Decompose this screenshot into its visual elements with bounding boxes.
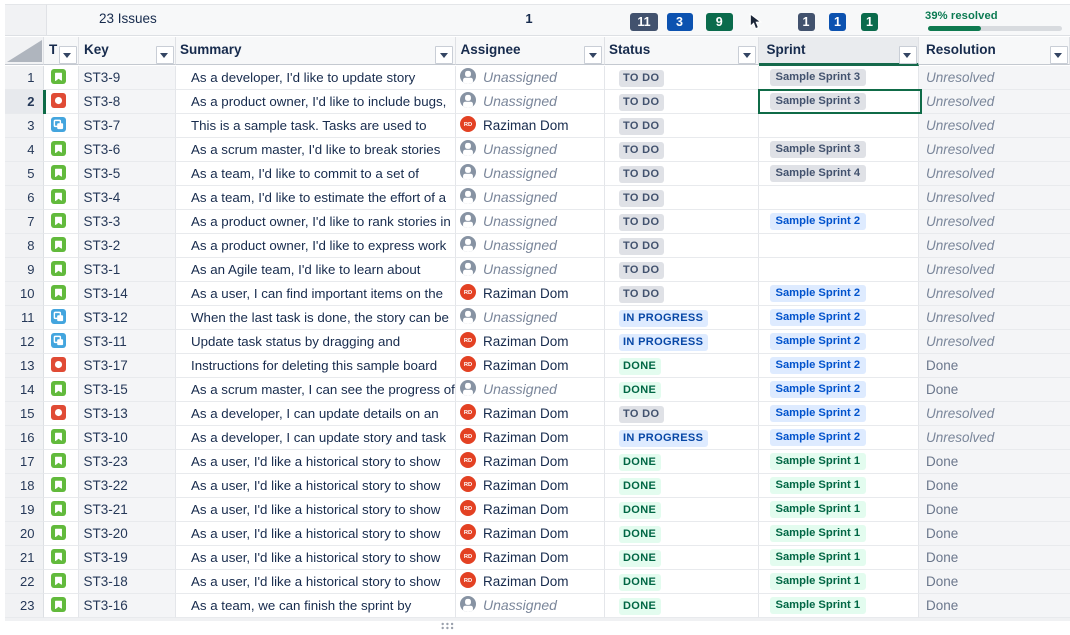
svg-text:RD: RD [464, 578, 472, 584]
svg-text:RD: RD [464, 554, 472, 560]
svg-text:RD: RD [464, 122, 472, 128]
svg-text:RD: RD [464, 434, 472, 440]
svg-text:RD: RD [464, 458, 472, 464]
svg-text:RD: RD [464, 482, 472, 488]
svg-text:RD: RD [464, 338, 472, 344]
svg-text:RD: RD [464, 410, 472, 416]
svg-text:RD: RD [464, 362, 472, 368]
svg-text:RD: RD [464, 290, 472, 296]
svg-text:RD: RD [464, 530, 472, 536]
svg-text:RD: RD [464, 506, 472, 512]
